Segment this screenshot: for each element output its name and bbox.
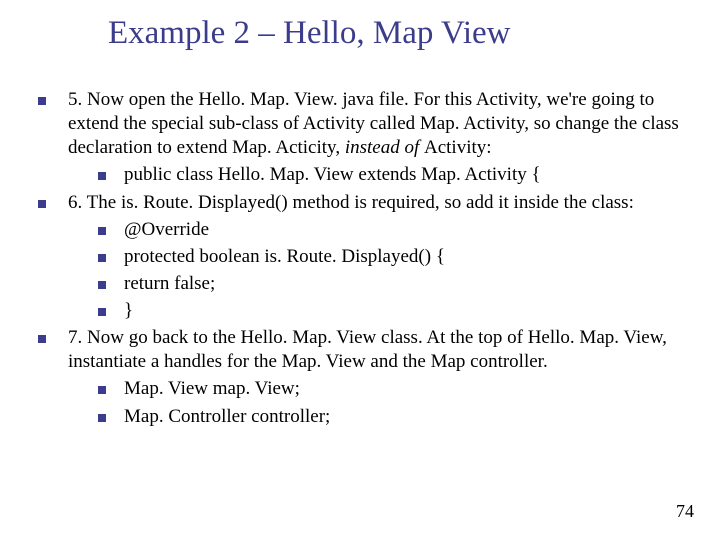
slide-title: Example 2 – Hello, Map View [108,14,511,54]
square-bullet-icon [98,172,106,180]
page-number: 74 [676,501,694,522]
square-bullet-icon [98,281,106,289]
bullet-level2: public class Hello. Map. View extends Ma… [38,163,688,187]
square-bullet-icon [98,386,106,394]
bullet-level1: 5. Now open the Hello. Map. View. java f… [38,88,688,160]
bullet-level2: Map. View map. View; [38,377,688,401]
square-bullet-icon [98,227,106,235]
bullet-text: protected boolean is. Route. Displayed()… [124,245,688,269]
slide: { "title": "Example 2 – Hello, Map View"… [0,0,720,540]
square-bullet-icon [98,414,106,422]
square-bullet-icon [98,254,106,262]
bullet-level2: } [38,299,688,323]
bullet-text: 5. Now open the Hello. Map. View. java f… [68,88,688,160]
bullet-text: @Override [124,218,688,242]
bullet-text: 6. The is. Route. Displayed() method is … [68,191,688,215]
square-bullet-icon [98,308,106,316]
bullet-text: Map. Controller controller; [124,405,688,429]
bullet-level1: 6. The is. Route. Displayed() method is … [38,191,688,215]
bullet-level2: protected boolean is. Route. Displayed()… [38,245,688,269]
bullet-text: Map. View map. View; [124,377,688,401]
bullet-text: } [124,299,688,323]
square-bullet-icon [38,200,46,208]
bullet-text: public class Hello. Map. View extends Ma… [124,163,688,187]
slide-body: 5. Now open the Hello. Map. View. java f… [38,88,688,432]
bullet-level2: Map. Controller controller; [38,405,688,429]
square-bullet-icon [38,97,46,105]
bullet-level1: 7. Now go back to the Hello. Map. View c… [38,326,688,374]
square-bullet-icon [38,335,46,343]
bullet-text: 7. Now go back to the Hello. Map. View c… [68,326,688,374]
bullet-level2: return false; [38,272,688,296]
bullet-level2: @Override [38,218,688,242]
bullet-text: return false; [124,272,688,296]
